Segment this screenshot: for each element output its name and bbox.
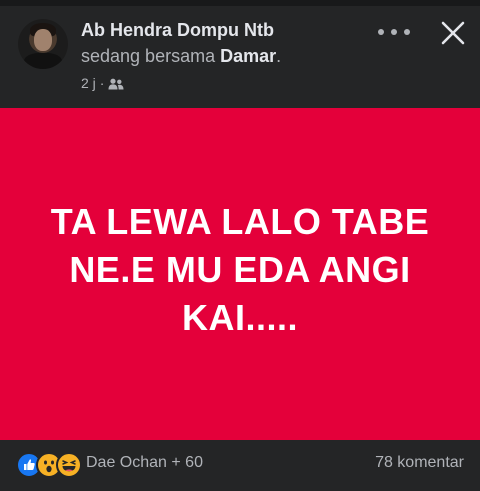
avatar-face bbox=[34, 29, 52, 51]
reaction-icons[interactable] bbox=[16, 452, 82, 478]
tagged-suffix: . bbox=[276, 46, 282, 66]
post-footer: Dae Ochan + 60 78 komentar bbox=[0, 440, 480, 491]
tagged-person[interactable]: Damar bbox=[220, 46, 276, 66]
dot bbox=[378, 29, 384, 35]
meta-separator: · bbox=[99, 75, 105, 91]
more-dots-icon[interactable] bbox=[378, 22, 410, 42]
friends-icon bbox=[108, 77, 124, 90]
post-content-background[interactable]: TA LEWA LALO TABE NE.E MU EDA ANGI KAI..… bbox=[0, 108, 480, 440]
close-icon[interactable] bbox=[440, 20, 466, 46]
comments-count[interactable]: 78 komentar bbox=[375, 454, 464, 472]
post-text: TA LEWA LALO TABE NE.E MU EDA ANGI KAI..… bbox=[50, 201, 430, 338]
tagged-prefix: sedang bersama bbox=[81, 46, 221, 66]
author-name[interactable]: Ab Hendra Dompu Ntb bbox=[81, 20, 274, 41]
avatar-shirt bbox=[24, 53, 62, 69]
reactors-text[interactable]: Dae Ochan + 60 bbox=[86, 454, 203, 472]
post-meta: 2 j · bbox=[81, 75, 124, 91]
haha-reaction-icon bbox=[56, 452, 82, 478]
avatar[interactable] bbox=[18, 19, 68, 69]
tagged-line: sedang bersama Damar. bbox=[81, 46, 281, 67]
post-time[interactable]: 2 j bbox=[81, 75, 96, 91]
dot bbox=[391, 29, 397, 35]
dot bbox=[404, 29, 410, 35]
